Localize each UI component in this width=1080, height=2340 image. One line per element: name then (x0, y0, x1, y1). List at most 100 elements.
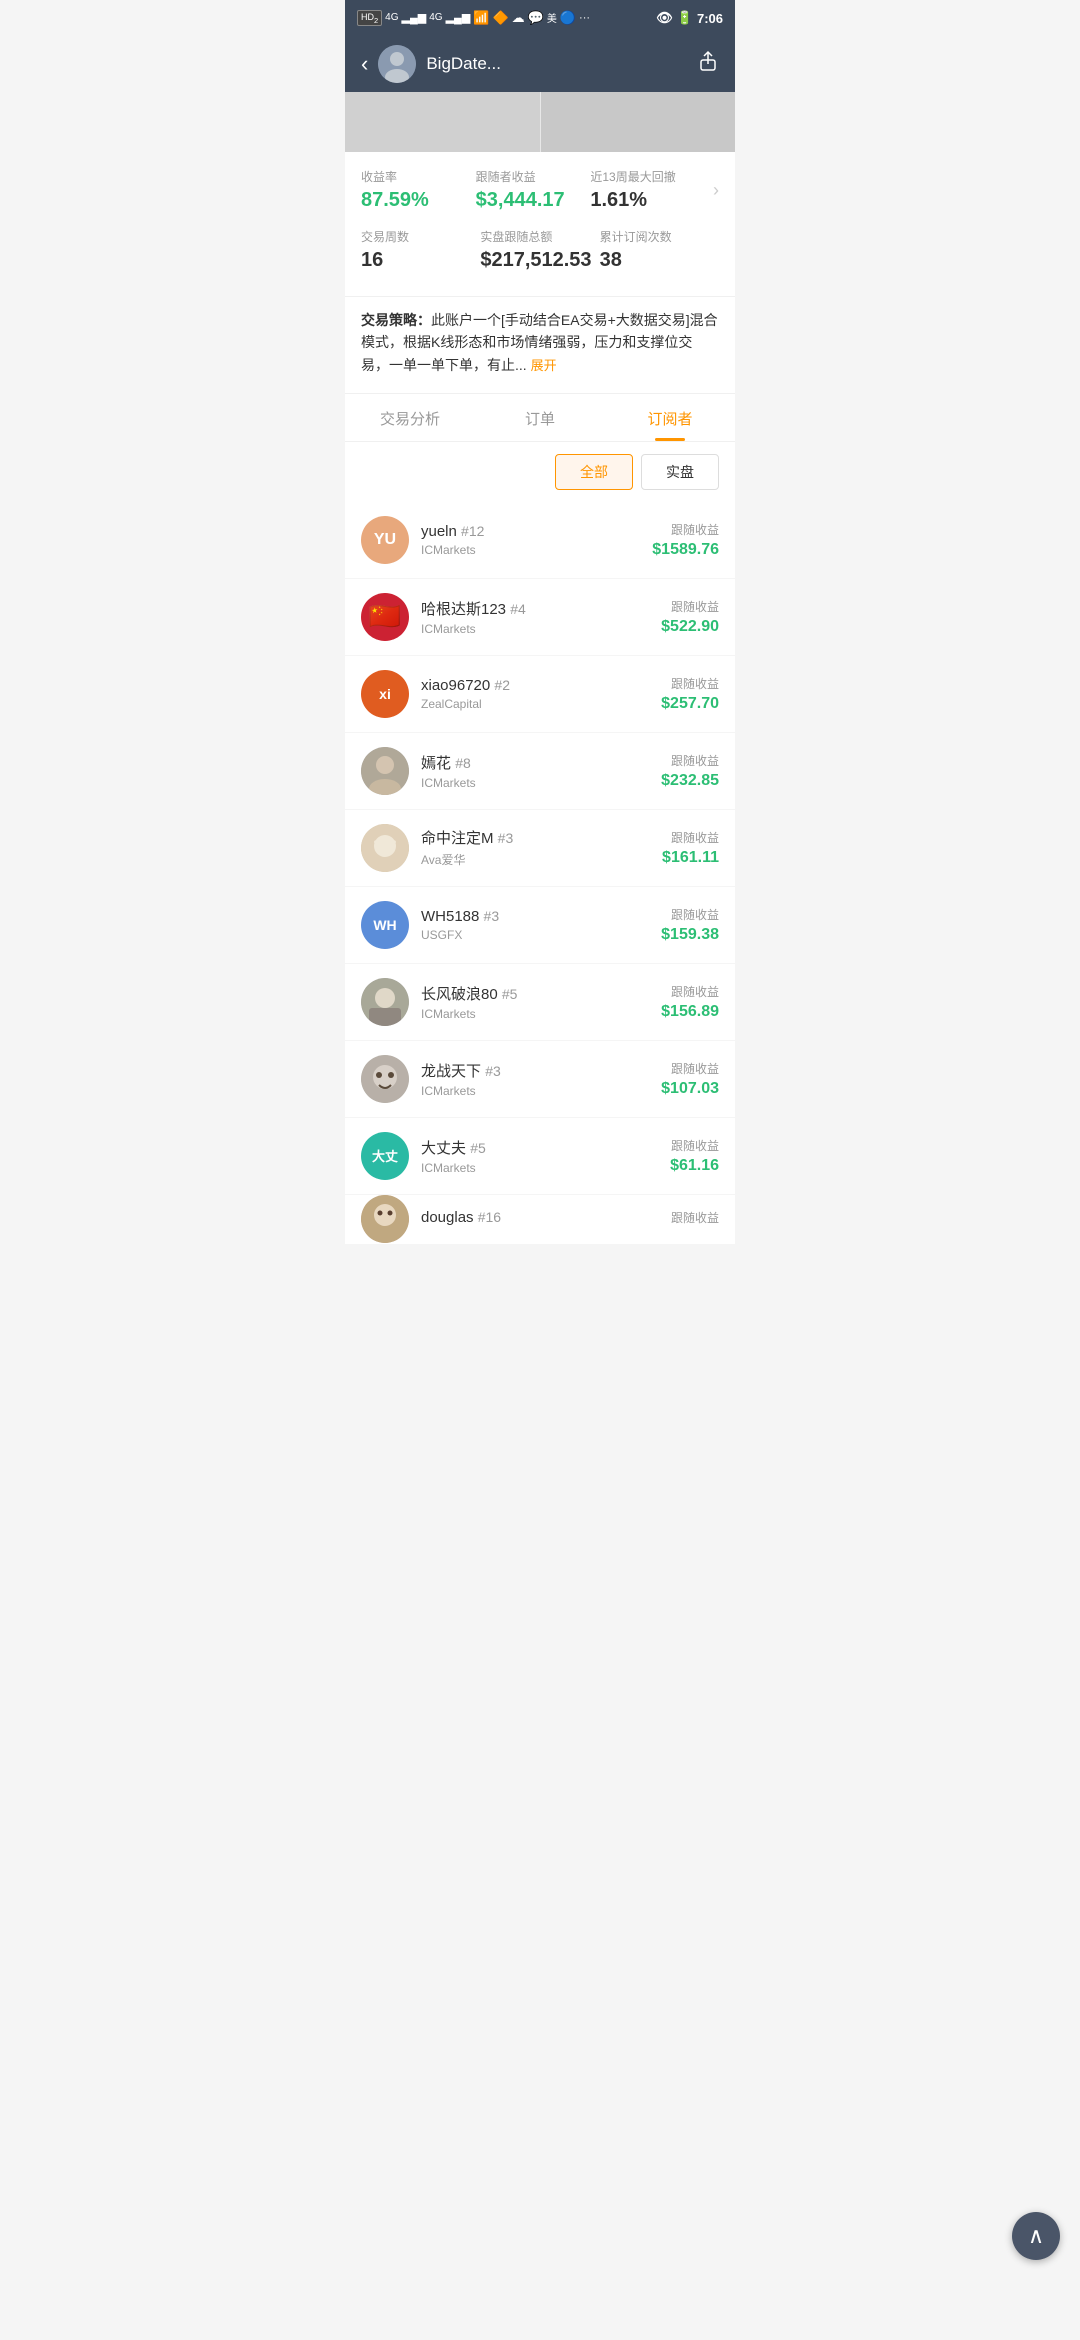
avatar-text: YU (374, 531, 396, 549)
earnings-label: 跟随收益 (661, 906, 719, 923)
subscriber-item[interactable]: xi xiao96720 #2 ZealCapital 跟随收益 $257.70 (345, 656, 735, 733)
stats-row-1: 收益率 87.59% 跟随者收益 $3,444.17 近13周最大回撤 1.61… (361, 168, 719, 212)
stat-real-follow-amount-label: 实盘跟随总额 (480, 228, 599, 245)
tab-subscribers[interactable]: 订阅者 (605, 394, 735, 441)
subscriber-item[interactable]: WH WH5188 #3 USGFX 跟随收益 $159.38 (345, 887, 735, 964)
chevron-right-icon[interactable]: › (705, 168, 719, 212)
subscriber-name: 龙战天下 #3 (421, 1060, 661, 1081)
page-header: ‹ BigDate... (345, 36, 735, 92)
stat-subscription-count-label: 累计订阅次数 (600, 228, 719, 245)
earnings-value: $257.70 (661, 695, 719, 713)
hd-badge: HD2 (357, 10, 382, 27)
subscriber-avatar: 大丈 (361, 1132, 409, 1180)
avatar-text: 大丈 (372, 1146, 398, 1165)
subscriber-broker: ICMarkets (421, 1007, 661, 1021)
subscriber-avatar (361, 824, 409, 872)
stat-trading-weeks-label: 交易周数 (361, 228, 480, 245)
status-left: HD2 4G ▂▄▆ 4G ▂▄▆ 📶 🔶 ☁ 💬 美 🔵 ··· (357, 10, 590, 27)
stat-real-follow-amount: 实盘跟随总额 $217,512.53 (480, 228, 599, 272)
earnings-value: $61.16 (670, 1157, 719, 1175)
subscriber-broker: ICMarkets (421, 543, 652, 557)
wifi-icon: 📶 (473, 10, 489, 26)
subscriber-broker: ZealCapital (421, 697, 661, 711)
subscriber-avatar: 🇨🇳 (361, 593, 409, 641)
subscriber-info: 龙战天下 #3 ICMarkets (421, 1060, 661, 1098)
subscriber-info: 嫣花 #8 ICMarkets (421, 752, 661, 790)
strategy-section: 交易策略：此账户一个[手动结合EA交易+大数据交易]混合模式，根据K线形态和市场… (345, 296, 735, 393)
earnings-label: 跟随收益 (661, 675, 719, 692)
subscriber-avatar (361, 747, 409, 795)
tab-orders[interactable]: 订单 (475, 394, 605, 441)
top-image-left (345, 92, 540, 152)
subscriber-item[interactable]: YU yueln #12 ICMarkets 跟随收益 $1589.76 (345, 502, 735, 579)
stat-follower-earnings-label: 跟随者收益 (476, 168, 591, 185)
avatar-text: WH (373, 917, 396, 933)
earnings-value: $232.85 (661, 772, 719, 790)
earnings-label: 跟随收益 (652, 521, 719, 538)
subscriber-item[interactable]: 嫣花 #8 ICMarkets 跟随收益 $232.85 (345, 733, 735, 810)
stat-return-rate: 收益率 87.59% (361, 168, 476, 212)
subscriber-earnings: 跟随收益 $232.85 (661, 752, 719, 790)
scroll-to-top-button[interactable]: ∧ (1012, 2212, 1060, 2260)
subscriber-avatar: YU (361, 516, 409, 564)
stat-subscription-count: 累计订阅次数 38 (600, 228, 719, 272)
network-4g1: 4G (385, 12, 398, 23)
strategy-prefix: 交易策略： (361, 312, 431, 328)
subscriber-item[interactable]: douglas #16 跟随收益 (345, 1195, 735, 1245)
filter-all-button[interactable]: 全部 (555, 454, 633, 490)
stat-follower-earnings: 跟随者收益 $3,444.17 (476, 168, 591, 212)
tabs-section: 交易分析 订单 订阅者 (345, 393, 735, 442)
subscriber-avatar (361, 1055, 409, 1103)
filter-real-button[interactable]: 实盘 (641, 454, 719, 490)
status-right: 👁 🔋 7:06 (656, 10, 723, 26)
subscriber-name: douglas #16 (421, 1209, 671, 1226)
subscriber-broker: USGFX (421, 928, 661, 942)
subscriber-broker: ICMarkets (421, 776, 661, 790)
subscriber-item[interactable]: 命中注定M #3 Ava爱华 跟随收益 $161.11 (345, 810, 735, 887)
earnings-label: 跟随收益 (670, 1137, 719, 1154)
stat-trading-weeks: 交易周数 16 (361, 228, 480, 272)
stat-follower-earnings-value: $3,444.17 (476, 189, 591, 212)
subscriber-broker: Ava爱华 (421, 851, 662, 868)
subscriber-earnings: 跟随收益 $257.70 (661, 675, 719, 713)
page-title: BigDate... (426, 54, 697, 74)
stat-max-drawdown-label: 近13周最大回撤 (590, 168, 705, 185)
network-4g2: 4G (429, 12, 442, 23)
earnings-label: 跟随收益 (661, 983, 719, 1000)
earnings-label: 跟随收益 (662, 829, 719, 846)
avatar-text: xi (379, 686, 391, 702)
strategy-text: 交易策略：此账户一个[手动结合EA交易+大数据交易]混合模式，根据K线形态和市场… (361, 309, 719, 377)
subscriber-info: 长风破浪80 #5 ICMarkets (421, 983, 661, 1021)
share-button[interactable] (697, 50, 719, 78)
avatar-flag: 🇨🇳 (369, 601, 401, 632)
more-icon: ··· (579, 12, 590, 24)
earnings-value: $1589.76 (652, 541, 719, 559)
top-image-right (541, 92, 736, 152)
tab-analysis[interactable]: 交易分析 (345, 394, 475, 441)
top-image-area (345, 92, 735, 152)
subscriber-name: yueln #12 (421, 523, 652, 540)
subscriber-item[interactable]: 大丈 大丈夫 #5 ICMarkets 跟随收益 $61.16 (345, 1118, 735, 1195)
stats-section: 收益率 87.59% 跟随者收益 $3,444.17 近13周最大回撤 1.61… (345, 152, 735, 296)
subscriber-name: xiao96720 #2 (421, 677, 661, 694)
subscriber-item[interactable]: 🇨🇳 哈根达斯123 #4 ICMarkets 跟随收益 $522.90 (345, 579, 735, 656)
user-avatar-header (378, 45, 416, 83)
subscriber-earnings: 跟随收益 $156.89 (661, 983, 719, 1021)
subscriber-list: YU yueln #12 ICMarkets 跟随收益 $1589.76 🇨🇳 … (345, 502, 735, 1245)
app-icon3: 💬 (528, 10, 544, 26)
app-icon2: ☁ (512, 10, 525, 26)
subscriber-item[interactable]: 龙战天下 #3 ICMarkets 跟随收益 $107.03 (345, 1041, 735, 1118)
app-icon4: 美 (547, 10, 557, 25)
subscriber-broker: ICMarkets (421, 622, 661, 636)
subscriber-avatar: xi (361, 670, 409, 718)
back-button[interactable]: ‹ (361, 51, 368, 77)
app-icon5: 🔵 (560, 10, 576, 26)
subscriber-broker: ICMarkets (421, 1084, 661, 1098)
stats-row-2: 交易周数 16 实盘跟随总额 $217,512.53 累计订阅次数 38 (361, 228, 719, 272)
subscriber-info: 大丈夫 #5 ICMarkets (421, 1137, 670, 1175)
expand-button[interactable]: 展开 (531, 358, 557, 373)
subscriber-info: douglas #16 (421, 1209, 671, 1229)
subscriber-name: 长风破浪80 #5 (421, 983, 661, 1004)
subscriber-item[interactable]: 长风破浪80 #5 ICMarkets 跟随收益 $156.89 (345, 964, 735, 1041)
subscriber-earnings: 跟随收益 $159.38 (661, 906, 719, 944)
